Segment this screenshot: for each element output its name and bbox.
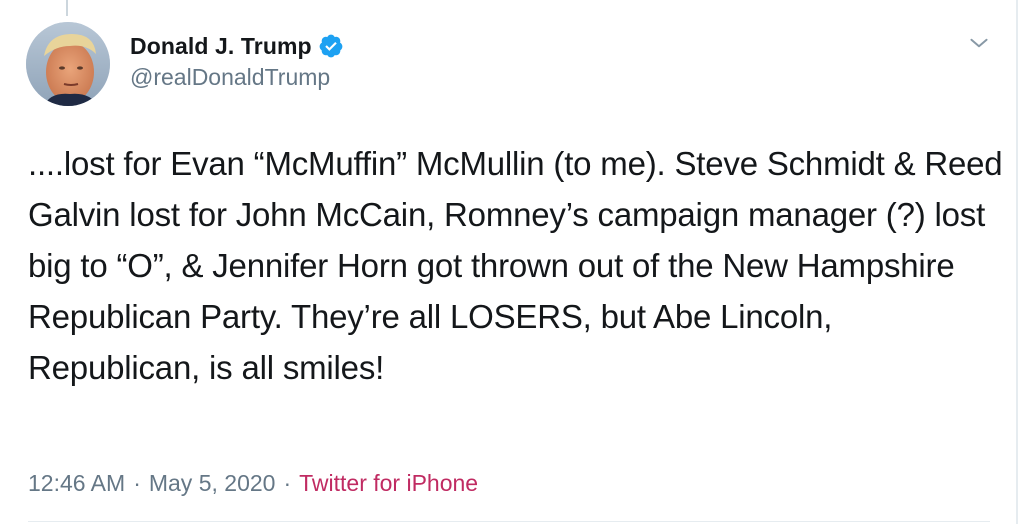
- author-row: Donald J. Trump: [130, 30, 344, 62]
- tweet-card: Donald J. Trump @realDonaldTrump ....los…: [0, 0, 1018, 524]
- thread-connector-line: [66, 0, 68, 16]
- verified-badge-icon: [319, 34, 343, 58]
- divider: [28, 521, 990, 522]
- display-name[interactable]: Donald J. Trump: [130, 33, 312, 60]
- tweet-source-link[interactable]: Twitter for iPhone: [299, 470, 478, 497]
- user-handle[interactable]: @realDonaldTrump: [130, 64, 330, 91]
- avatar-image: [26, 22, 110, 106]
- meta-separator: ·: [133, 470, 141, 496]
- avatar[interactable]: [26, 22, 110, 106]
- meta-separator: ·: [283, 470, 292, 496]
- chevron-down-icon[interactable]: [966, 30, 992, 56]
- tweet-time[interactable]: 12:46 AM: [28, 470, 125, 497]
- tweet-text: ....lost for Evan “McMuffin” McMullin (t…: [28, 145, 1003, 386]
- tweet-date[interactable]: May 5, 2020: [149, 470, 276, 497]
- tweet-metadata: 12:46 AM · May 5, 2020 · Twitter for iPh…: [28, 470, 478, 497]
